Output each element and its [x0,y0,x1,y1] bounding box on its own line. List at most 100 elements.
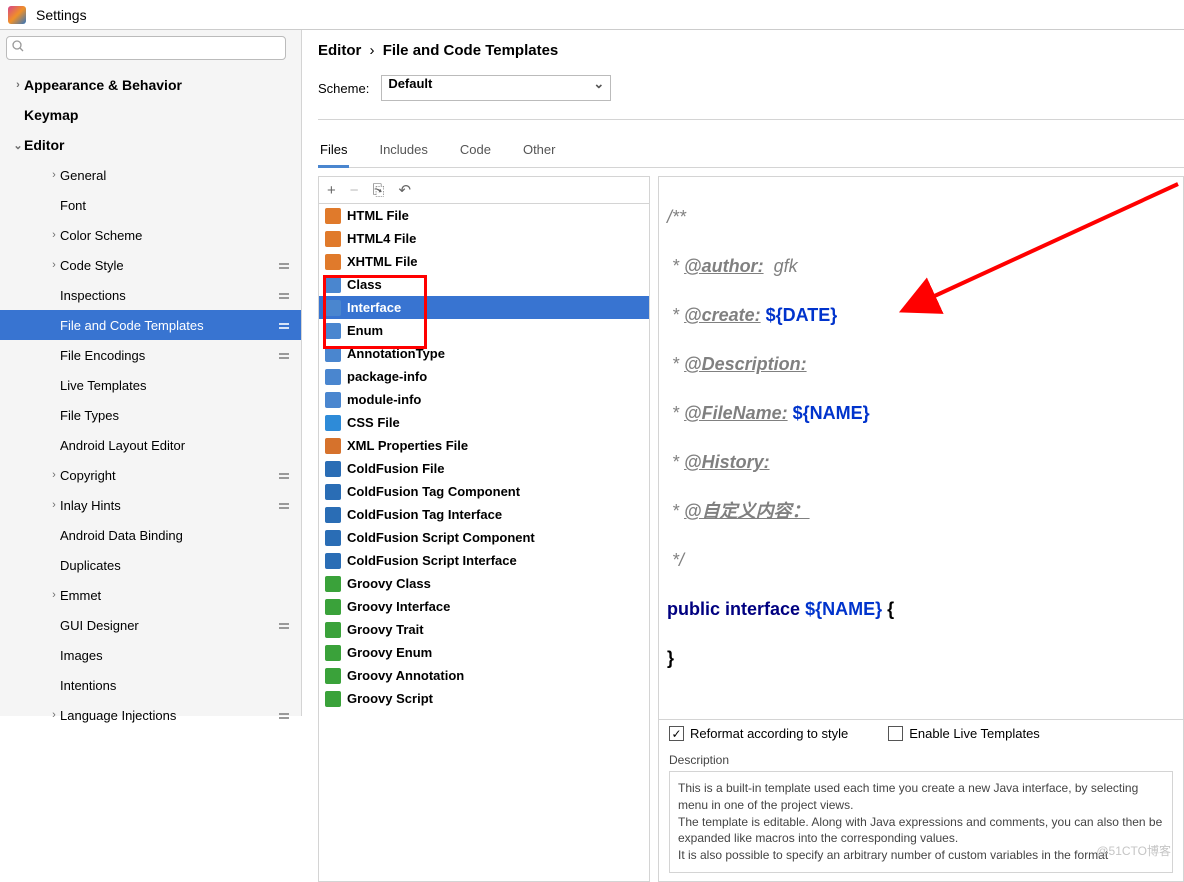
breadcrumb-sep: › [370,42,375,59]
file-row[interactable]: Enum [319,319,649,342]
file-label: CSS File [347,415,400,430]
nav-item[interactable]: Inspections [0,280,301,310]
scheme-label: Scheme: [318,81,369,96]
nav-item[interactable]: Images [0,640,301,670]
file-row[interactable]: ColdFusion Script Component [319,526,649,549]
nav-item[interactable]: Duplicates [0,550,301,580]
nav-item[interactable]: Live Templates [0,370,301,400]
nav-item[interactable]: Android Layout Editor [0,430,301,460]
file-label: Groovy Annotation [347,668,464,683]
file-type-icon [325,507,341,523]
file-label: Enum [347,323,383,338]
file-type-icon [325,668,341,684]
search-input[interactable] [6,36,286,60]
reformat-checkbox[interactable]: ✓Reformat according to style [669,726,848,741]
file-type-icon [325,208,341,224]
gear-icon [277,288,291,302]
file-label: ColdFusion Script Interface [347,553,517,568]
file-row[interactable]: HTML4 File [319,227,649,250]
nav-item[interactable]: File Encodings [0,340,301,370]
nav-item[interactable]: ›Inlay Hints [0,490,301,520]
file-row[interactable]: package-info [319,365,649,388]
file-label: HTML4 File [347,231,416,246]
nav-item-label: File and Code Templates [60,318,204,333]
expand-arrow-icon: › [48,469,60,481]
nav-item-label: GUI Designer [60,618,139,633]
expand-arrow-icon: › [48,169,60,181]
file-row[interactable]: Groovy Trait [319,618,649,641]
nav-item-label: File Types [60,408,119,423]
file-row[interactable]: ColdFusion Tag Component [319,480,649,503]
nav-item-label: Inlay Hints [60,498,121,513]
gear-icon [277,498,291,512]
expand-arrow-icon: › [12,79,24,91]
revert-button[interactable]: ↶ [399,181,412,199]
gear-icon [277,468,291,482]
copy-button[interactable]: ⎘ [373,182,385,199]
tab-files[interactable]: Files [318,136,349,167]
nav-item[interactable]: ›Emmet [0,580,301,610]
file-row[interactable]: ColdFusion Tag Interface [319,503,649,526]
nav-item[interactable]: ⌄Editor [0,130,301,160]
nav-item-label: Emmet [60,588,101,603]
tab-includes[interactable]: Includes [377,136,429,167]
expand-arrow-icon: › [48,709,60,721]
file-row[interactable]: Groovy Class [319,572,649,595]
gear-icon [277,708,291,722]
nav-item[interactable]: ›Code Style [0,250,301,280]
app-icon [8,6,26,24]
nav-item-label: Inspections [60,288,126,303]
gear-icon [277,618,291,632]
file-type-icon [325,231,341,247]
file-list[interactable]: HTML File HTML4 File XHTML File Class Interf… [319,204,649,881]
nav-item[interactable]: File Types [0,400,301,430]
file-label: Class [347,277,382,292]
nav-item[interactable]: Font [0,190,301,220]
nav-item[interactable]: ›General [0,160,301,190]
scheme-select[interactable]: Default ⌄ [381,75,611,101]
nav-item[interactable]: ›Language Injections [0,700,301,730]
nav-item[interactable]: ›Color Scheme [0,220,301,250]
file-row[interactable]: Groovy Interface [319,595,649,618]
file-row[interactable]: Groovy Script [319,687,649,710]
app-title: Settings [36,7,87,23]
add-button[interactable]: + [327,182,336,199]
file-row[interactable]: ColdFusion File [319,457,649,480]
file-row[interactable]: module-info [319,388,649,411]
tab-other[interactable]: Other [521,136,558,167]
nav-item[interactable]: ›Copyright [0,460,301,490]
file-row[interactable]: Interface [319,296,649,319]
breadcrumb: Editor › File and Code Templates [318,42,1184,59]
file-row[interactable]: Class [319,273,649,296]
nav-item[interactable]: Android Data Binding [0,520,301,550]
live-templates-checkbox[interactable]: Enable Live Templates [888,726,1040,741]
remove-button[interactable]: − [350,182,359,199]
expand-arrow-icon: › [48,229,60,241]
nav-item[interactable]: ›Appearance & Behavior [0,70,301,100]
nav-item-label: Keymap [24,107,78,123]
file-type-icon [325,461,341,477]
file-row[interactable]: ColdFusion Script Interface [319,549,649,572]
file-label: ColdFusion Tag Interface [347,507,502,522]
file-row[interactable]: HTML File [319,204,649,227]
file-type-icon [325,438,341,454]
file-row[interactable]: Groovy Enum [319,641,649,664]
file-type-icon [325,277,341,293]
file-row[interactable]: AnnotationType [319,342,649,365]
chevron-down-icon: ⌄ [593,76,604,92]
tab-code[interactable]: Code [458,136,493,167]
file-row[interactable]: XHTML File [319,250,649,273]
main-panel: Editor › File and Code Templates Scheme:… [302,30,1184,716]
nav-item[interactable]: GUI Designer [0,610,301,640]
code-editor[interactable]: /** * @author: gfk * @create: ${DATE} * … [659,177,1183,719]
file-row[interactable]: XML Properties File [319,434,649,457]
file-row[interactable]: CSS File [319,411,649,434]
nav-item[interactable]: File and Code Templates [0,310,301,340]
file-label: ColdFusion File [347,461,445,476]
file-row[interactable]: Groovy Annotation [319,664,649,687]
file-label: ColdFusion Tag Component [347,484,520,499]
nav-item[interactable]: Intentions [0,670,301,700]
file-label: Groovy Enum [347,645,432,660]
nav-item[interactable]: Keymap [0,100,301,130]
options-row: ✓Reformat according to style Enable Live… [659,719,1183,747]
